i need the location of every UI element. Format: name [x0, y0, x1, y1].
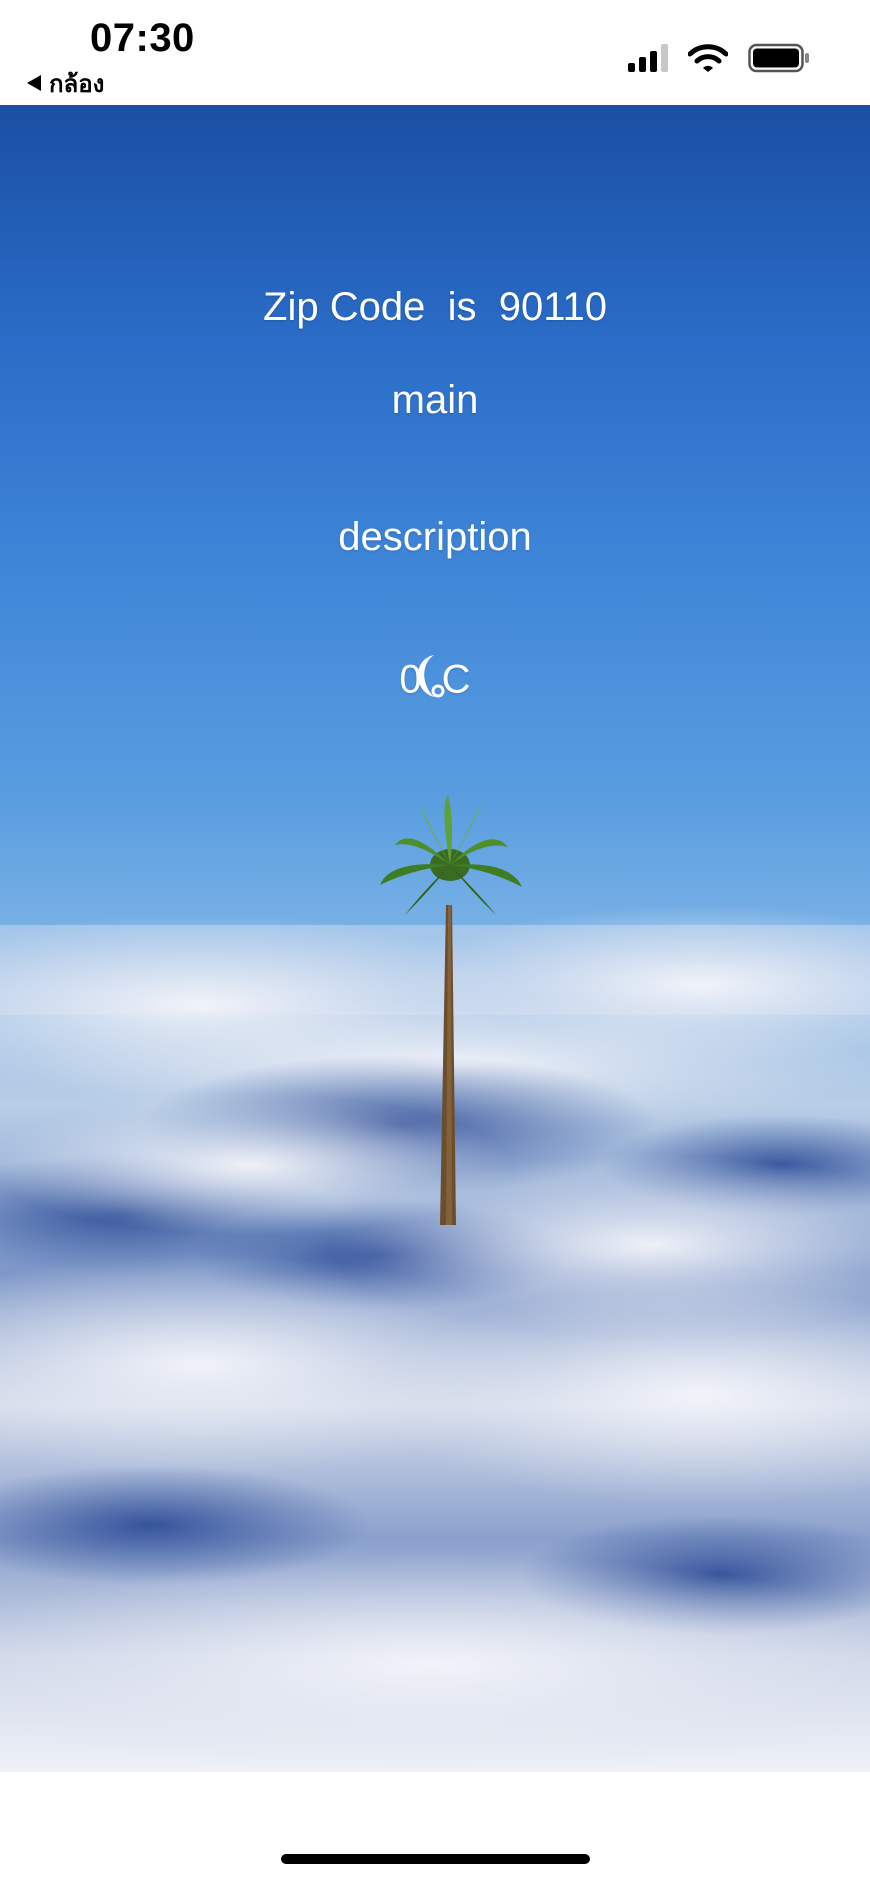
wifi-icon [688, 43, 728, 73]
temperature-label: 0C [0, 653, 870, 711]
status-time: 07:30 [90, 16, 195, 60]
weather-main-label: main [391, 378, 479, 422]
cellular-signal-icon [628, 44, 668, 72]
weather-description-label: description [338, 515, 532, 559]
zip-code-value: 90110 [498, 285, 607, 329]
zip-prefix: Zip Code [263, 285, 426, 329]
battery-icon [748, 43, 810, 73]
zip-code-label: Zip Code is 90110 [0, 285, 870, 330]
status-icons [628, 40, 810, 76]
temperature-unit: C [441, 657, 471, 702]
status-bar: 07:30 กล้อง [0, 0, 870, 105]
palm-tree-clouds-image [0, 795, 870, 1772]
palm-crown [380, 795, 522, 915]
back-label: กล้อง [49, 70, 105, 98]
weather-background: Zip Code is 90110 main description 0C [0, 105, 870, 1772]
zip-is: is [447, 285, 477, 329]
back-arrow-icon [27, 75, 41, 91]
home-indicator[interactable] [281, 1854, 590, 1864]
back-to-camera-button[interactable]: กล้อง [27, 66, 104, 100]
bottom-safe-area [0, 1772, 870, 1883]
